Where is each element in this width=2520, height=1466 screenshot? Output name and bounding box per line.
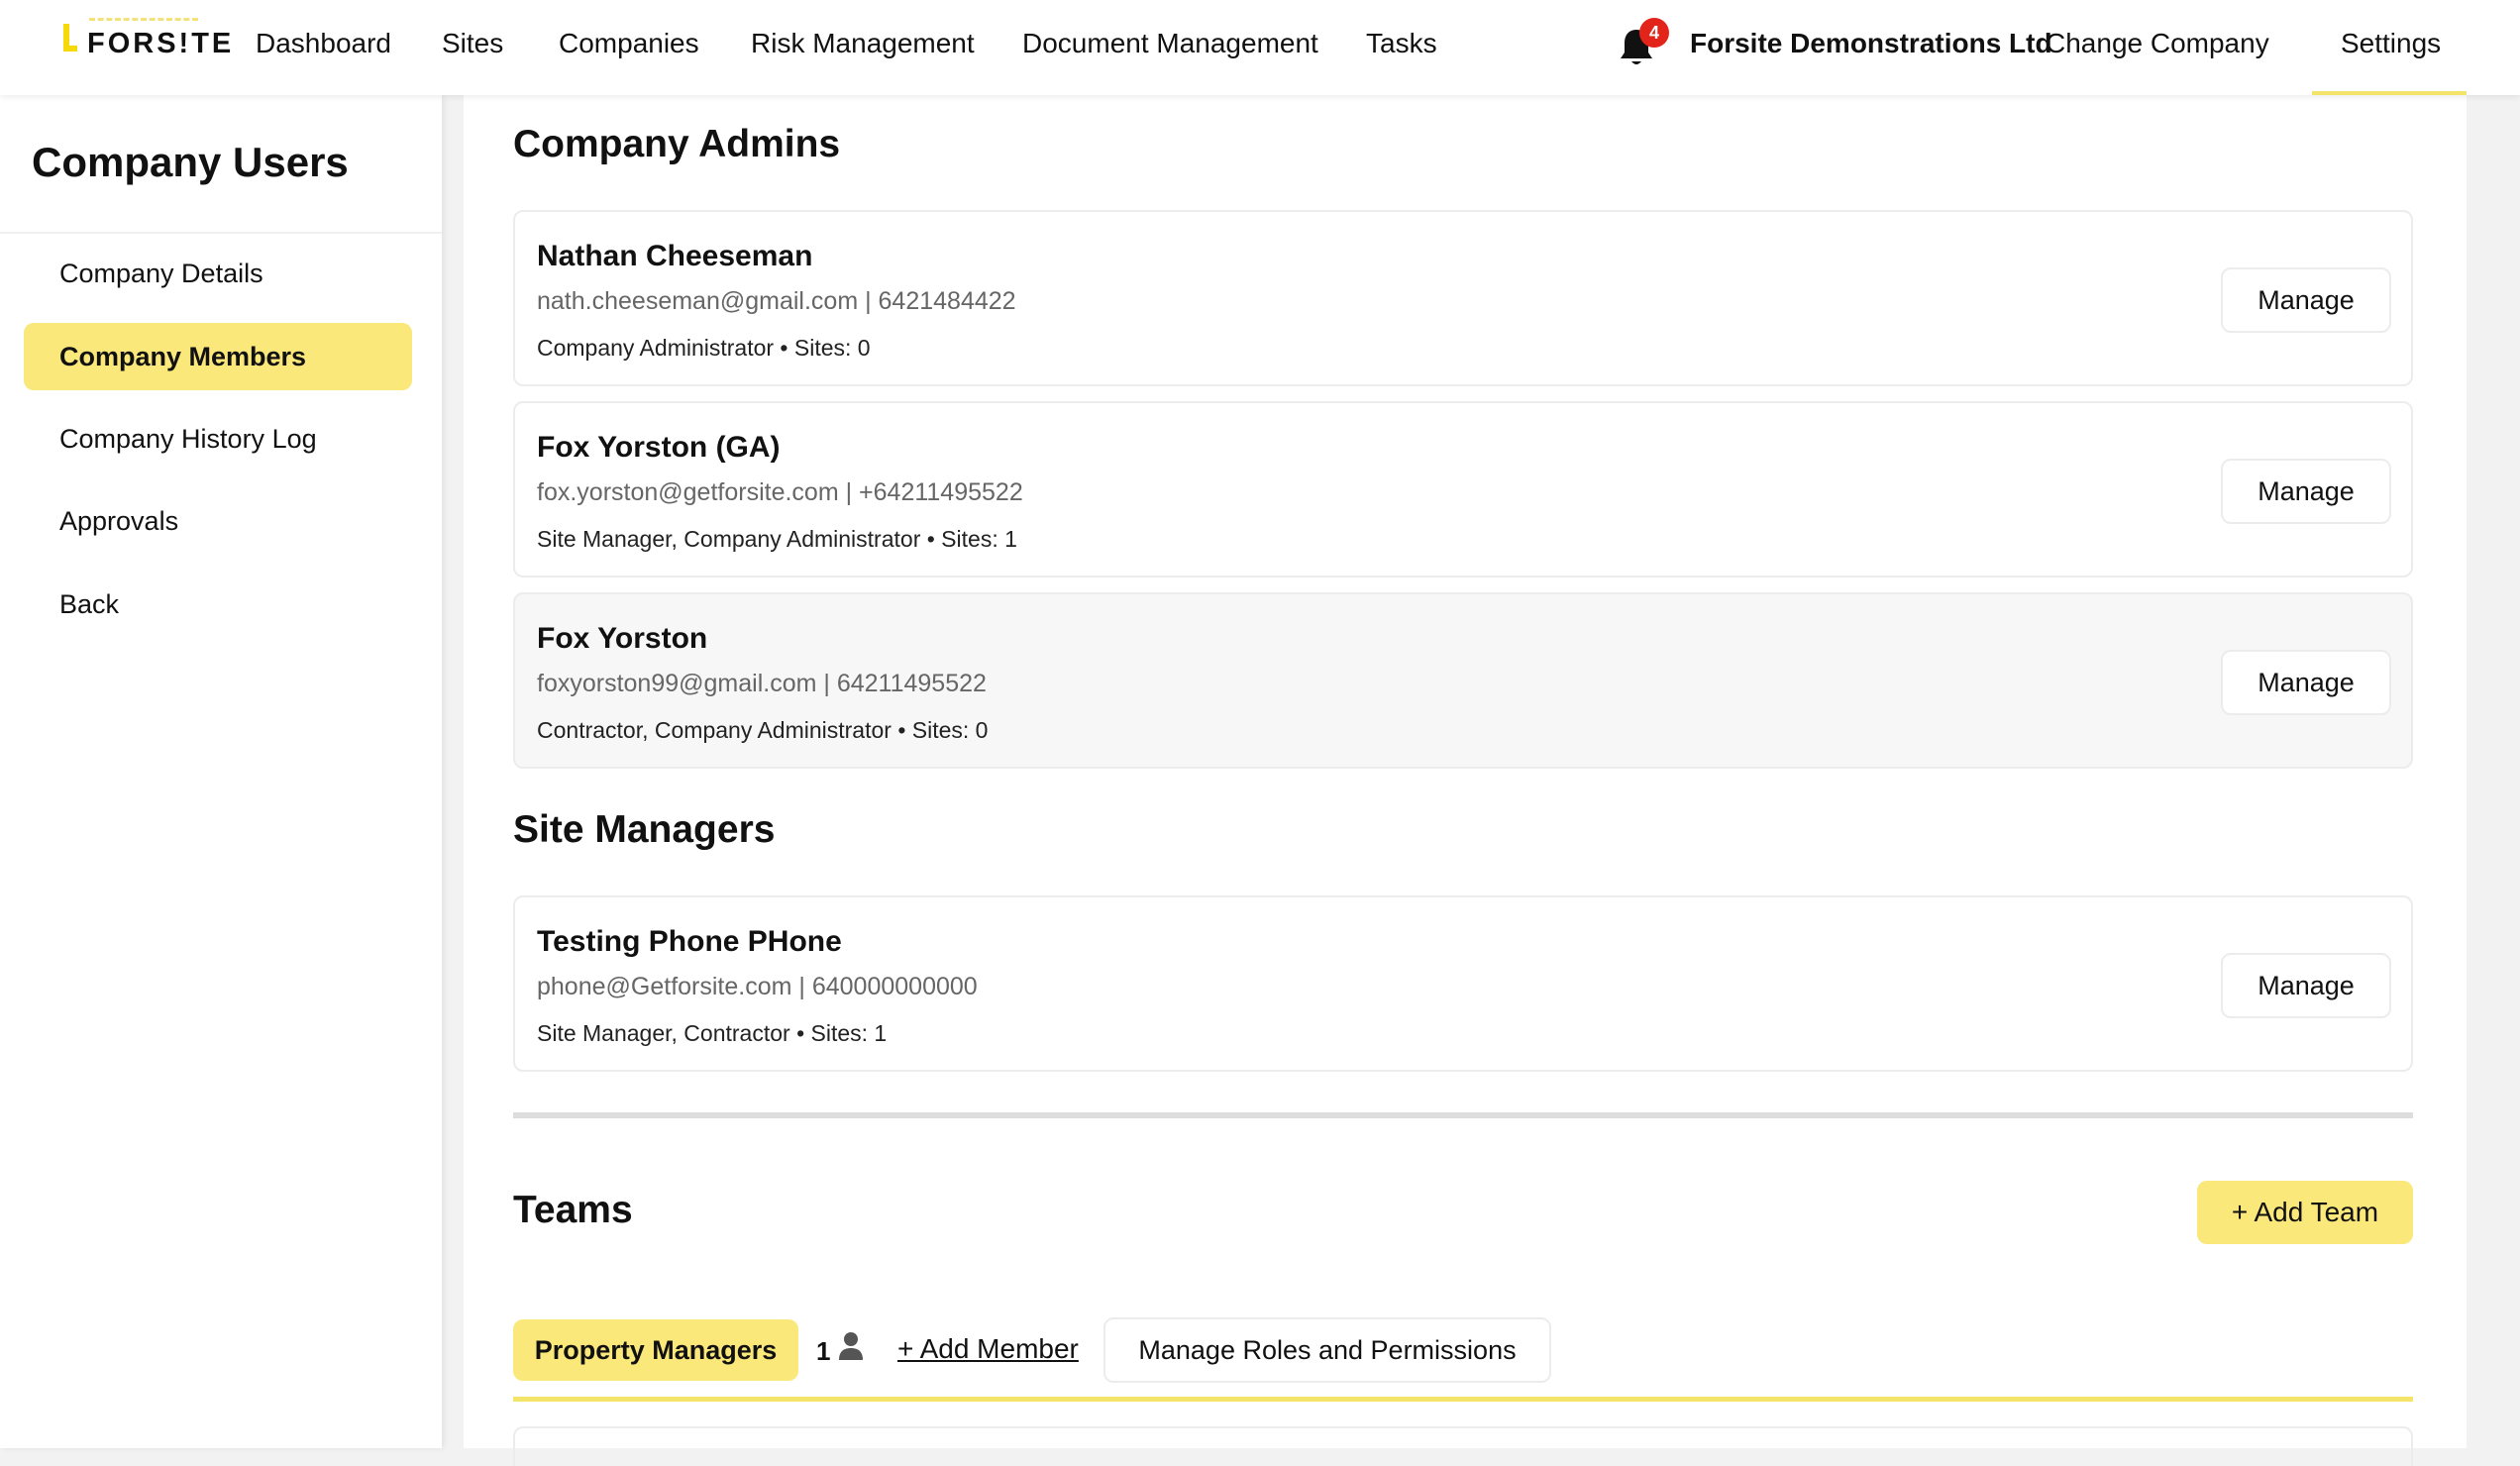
nav-tasks[interactable]: Tasks bbox=[1366, 28, 1437, 59]
member-contact: nath.cheeseman@gmail.com | 6421484422 bbox=[537, 287, 1016, 315]
manage-member-button[interactable]: Manage bbox=[2221, 650, 2391, 715]
manage-member-button[interactable]: Manage bbox=[2221, 459, 2391, 524]
logo-accent bbox=[89, 18, 198, 26]
add-team-button[interactable]: + Add Team bbox=[2197, 1181, 2413, 1244]
sidebar-item-approvals[interactable]: Approvals bbox=[24, 487, 412, 555]
section-divider bbox=[513, 1112, 2413, 1118]
person-icon bbox=[839, 1332, 863, 1360]
sidebar-item-back[interactable]: Back bbox=[24, 571, 412, 638]
member-card: Fox Yorston foxyorston99@gmail.com | 642… bbox=[513, 592, 2413, 769]
manage-member-button[interactable]: Manage bbox=[2221, 267, 2391, 333]
member-roles: Site Manager, Company Administrator • Si… bbox=[537, 526, 1017, 552]
sidebar: Company Users Company Details Company Me… bbox=[0, 95, 442, 1448]
manage-roles-permissions-button[interactable]: Manage Roles and Permissions bbox=[1103, 1317, 1551, 1383]
sidebar-item-company-details[interactable]: Company Details bbox=[24, 240, 412, 307]
nav-dashboard[interactable]: Dashboard bbox=[256, 28, 391, 59]
settings-active-indicator bbox=[2312, 91, 2467, 95]
nav-settings[interactable]: Settings bbox=[2341, 28, 2441, 59]
member-contact: foxyorston99@gmail.com | 64211495522 bbox=[537, 670, 987, 697]
change-company-link[interactable]: Change Company bbox=[2046, 28, 2269, 59]
member-card: Nathan Cheeseman nath.cheeseman@gmail.co… bbox=[513, 210, 2413, 386]
logo-text: FORS!TE bbox=[87, 28, 235, 59]
sidebar-divider bbox=[0, 232, 442, 234]
nav-risk-management[interactable]: Risk Management bbox=[751, 28, 975, 59]
member-contact: phone@Getforsite.com | 640000000000 bbox=[537, 973, 978, 1000]
logo-bracket-icon bbox=[63, 24, 77, 52]
nav-sites[interactable]: Sites bbox=[442, 28, 503, 59]
sidebar-item-company-history-log[interactable]: Company History Log bbox=[24, 405, 412, 472]
member-card: Testing Phone PHone phone@Getforsite.com… bbox=[513, 895, 2413, 1072]
member-contact: fox.yorston@getforsite.com | +6421149552… bbox=[537, 478, 1023, 506]
member-name: Testing Phone PHone bbox=[537, 925, 842, 958]
member-card: Fox Yorston (GA) fox.yorston@getforsite.… bbox=[513, 401, 2413, 577]
nav-companies[interactable]: Companies bbox=[559, 28, 699, 59]
nav-document-management[interactable]: Document Management bbox=[1022, 28, 1318, 59]
section-title-teams: Teams bbox=[513, 1189, 633, 1231]
team-tab-underline bbox=[513, 1397, 2413, 1402]
manage-member-button[interactable]: Manage bbox=[2221, 953, 2391, 1018]
sidebar-title: Company Users bbox=[32, 139, 349, 185]
sidebar-item-company-members[interactable]: Company Members bbox=[24, 323, 412, 390]
member-name: Nathan Cheeseman bbox=[537, 240, 813, 272]
section-title-site-managers: Site Managers bbox=[513, 808, 776, 851]
team-member-count: 1 bbox=[816, 1336, 831, 1366]
notification-count-badge: 4 bbox=[1639, 18, 1669, 48]
team-tab-property-managers[interactable]: Property Managers bbox=[513, 1319, 798, 1381]
main-content: Company Admins Nathan Cheeseman nath.che… bbox=[464, 95, 2467, 1466]
current-company-name: Forsite Demonstrations Ltd bbox=[1690, 28, 2052, 58]
team-members-panel bbox=[513, 1426, 2413, 1466]
top-navigation-bar: FORS!TE Dashboard Sites Companies Risk M… bbox=[0, 0, 2520, 95]
forsite-logo[interactable]: FORS!TE bbox=[61, 18, 231, 77]
member-name: Fox Yorston (GA) bbox=[537, 431, 781, 464]
member-roles: Site Manager, Contractor • Sites: 1 bbox=[537, 1020, 888, 1046]
member-name: Fox Yorston bbox=[537, 622, 708, 655]
add-member-link[interactable]: + Add Member bbox=[897, 1333, 1079, 1365]
section-title-company-admins: Company Admins bbox=[513, 123, 841, 165]
member-roles: Contractor, Company Administrator • Site… bbox=[537, 717, 989, 743]
member-roles: Company Administrator • Sites: 0 bbox=[537, 335, 871, 361]
